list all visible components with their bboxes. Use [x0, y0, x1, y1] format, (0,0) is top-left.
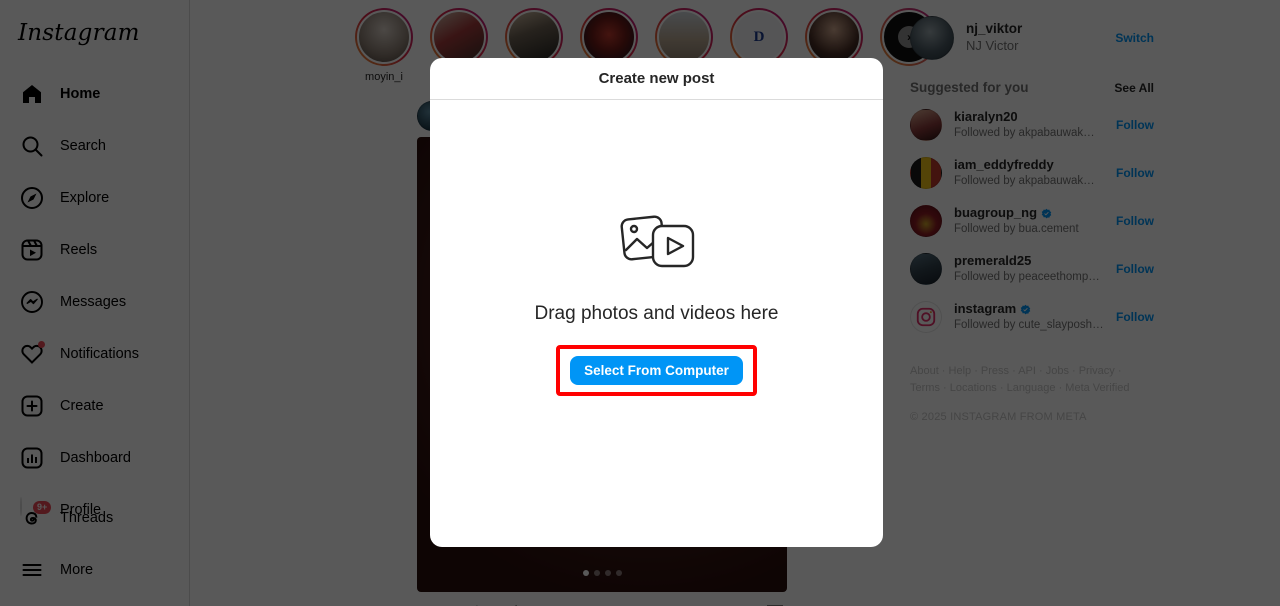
- sidebar-item-reels[interactable]: Reels: [4, 228, 186, 272]
- follow-button[interactable]: Follow: [1116, 262, 1154, 276]
- sidebar-label-more: More: [60, 562, 94, 578]
- carousel-dot[interactable]: [593, 570, 600, 576]
- footer-links[interactable]: About · Help · Press · API · Jobs · Priv…: [910, 363, 1154, 397]
- modal-body[interactable]: Drag photos and videos here Select From …: [430, 100, 883, 547]
- drop-instruction-text: Drag photos and videos here: [534, 302, 779, 324]
- plus-square-icon: [20, 394, 44, 418]
- select-from-computer-button[interactable]: Select From Computer: [570, 355, 743, 385]
- current-user-row: nj_viktor NJ Victor Switch: [902, 16, 1162, 60]
- photo-video-icon: [615, 212, 699, 279]
- sidebar-item-more[interactable]: More: [4, 548, 186, 592]
- hamburger-icon: [20, 558, 44, 582]
- list-item: iam_eddyfreddy Followed by akpabauwakmfo…: [902, 149, 1162, 197]
- suggestion-username[interactable]: iam_eddyfreddy: [954, 157, 1104, 174]
- current-fullname: NJ Victor: [966, 38, 1019, 54]
- suggestion-username[interactable]: buagroup_ng: [954, 205, 1104, 222]
- list-item: premerald25 Followed by peaceethompson a…: [902, 245, 1162, 293]
- avatar[interactable]: [910, 205, 942, 237]
- home-icon: [20, 82, 44, 106]
- sidebar-item-create[interactable]: Create: [4, 384, 186, 428]
- avatar[interactable]: [910, 109, 942, 141]
- left-sidebar: Instagram Home Search Explore Reels Mess…: [0, 0, 190, 606]
- suggestion-username-text: buagroup_ng: [954, 205, 1038, 221]
- sidebar-label-dashboard: Dashboard: [60, 450, 131, 466]
- threads-icon: 9+: [20, 501, 52, 530]
- sidebar-label-search: Search: [60, 138, 106, 154]
- suggestion-username-text: kiaralyn20: [954, 109, 1018, 125]
- sidebar-label-messages: Messages: [60, 294, 127, 310]
- sidebar-item-dashboard[interactable]: Dashboard: [4, 436, 186, 480]
- follow-button[interactable]: Follow: [1116, 166, 1154, 180]
- messenger-icon: [20, 290, 44, 314]
- avatar[interactable]: [910, 157, 942, 189]
- threads-count-badge: 9+: [33, 501, 52, 514]
- search-icon: [20, 134, 44, 158]
- sidebar-label-notifications: Notifications: [60, 346, 139, 362]
- suggestion-subtitle: Followed by akpabauwakmfon a...: [954, 174, 1104, 187]
- notification-dot-badge: [38, 341, 45, 348]
- select-button-highlight: Select From Computer: [556, 344, 757, 396]
- sidebar-label-home: Home: [60, 86, 101, 102]
- carousel-dots: [417, 570, 787, 576]
- story-item[interactable]: moyin_i: [353, 8, 415, 83]
- verified-badge-icon: [1020, 304, 1031, 315]
- current-username[interactable]: nj_viktor: [966, 21, 1103, 38]
- sidebar-label-threads: Threads: [60, 510, 114, 526]
- list-item: instagram Followed by cute_slayposh + 53…: [902, 293, 1162, 341]
- avatar[interactable]: [910, 16, 954, 60]
- suggestion-subtitle: Followed by peaceethompson a...: [954, 270, 1104, 283]
- switch-account-button[interactable]: Switch: [1115, 31, 1154, 45]
- sidebar-item-explore[interactable]: Explore: [4, 176, 186, 220]
- avatar[interactable]: [910, 253, 942, 285]
- create-new-post-modal: Create new post Drag photos and videos h…: [430, 58, 883, 547]
- sidebar-label-explore: Explore: [60, 190, 110, 206]
- instagram-logo[interactable]: Instagram: [18, 20, 140, 46]
- modal-title: Create new post: [430, 58, 883, 100]
- right-rail: nj_viktor NJ Victor Switch Suggested for…: [902, 0, 1162, 423]
- follow-button[interactable]: Follow: [1116, 118, 1154, 132]
- sidebar-item-messages[interactable]: Messages: [4, 280, 186, 324]
- follow-button[interactable]: Follow: [1116, 214, 1154, 228]
- copyright-text: © 2025 INSTAGRAM FROM META: [910, 411, 1087, 424]
- sidebar-item-home[interactable]: Home: [4, 72, 186, 116]
- see-all-button[interactable]: See All: [1114, 81, 1154, 95]
- compass-icon: [20, 186, 44, 210]
- suggestion-subtitle: Followed by bua.cement: [954, 222, 1079, 235]
- suggested-title: Suggested for you: [910, 80, 1029, 95]
- instagram-glyph-icon: [916, 307, 936, 327]
- story-username: moyin_i: [365, 71, 403, 83]
- post-actions: [417, 592, 787, 606]
- list-item: kiaralyn20 Followed by akpabauwakmfon Fo…: [902, 101, 1162, 149]
- suggestion-username[interactable]: instagram: [954, 301, 1104, 318]
- sidebar-label-reels: Reels: [60, 242, 98, 258]
- sidebar-nav: Home Search Explore Reels Messages Notif…: [0, 72, 190, 540]
- suggested-header: Suggested for you See All: [902, 58, 1162, 101]
- suggestion-subtitle: Followed by cute_slayposh + 53...: [954, 318, 1104, 331]
- suggestion-subtitle: Followed by akpabauwakmfon: [954, 126, 1104, 139]
- carousel-dot[interactable]: [604, 570, 611, 576]
- verified-badge-icon: [1041, 208, 1052, 219]
- sidebar-item-notifications[interactable]: Notifications: [4, 332, 186, 376]
- sidebar-bottom-nav: 9+ Threads More: [0, 496, 190, 600]
- sidebar-label-create: Create: [60, 398, 104, 414]
- carousel-dot[interactable]: [582, 570, 589, 576]
- sidebar-item-threads[interactable]: 9+ Threads: [4, 496, 186, 540]
- rail-footer: About · Help · Press · API · Jobs · Priv…: [902, 341, 1162, 423]
- list-item: buagroup_ng Followed by bua.cement Follo…: [902, 197, 1162, 245]
- instagram-app: Instagram Home Search Explore Reels Mess…: [0, 0, 1280, 606]
- dashboard-icon: [20, 446, 44, 470]
- suggestion-username-text: iam_eddyfreddy: [954, 157, 1054, 173]
- heart-icon: [20, 341, 45, 366]
- reels-icon: [20, 238, 44, 262]
- suggestion-username-text: instagram: [954, 301, 1017, 317]
- follow-button[interactable]: Follow: [1116, 310, 1154, 324]
- suggestion-username-text: premerald25: [954, 253, 1032, 269]
- suggestion-username[interactable]: kiaralyn20: [954, 109, 1104, 126]
- suggestion-username[interactable]: premerald25: [954, 253, 1104, 270]
- avatar[interactable]: [910, 301, 942, 333]
- carousel-dot[interactable]: [615, 570, 622, 576]
- sidebar-item-search[interactable]: Search: [4, 124, 186, 168]
